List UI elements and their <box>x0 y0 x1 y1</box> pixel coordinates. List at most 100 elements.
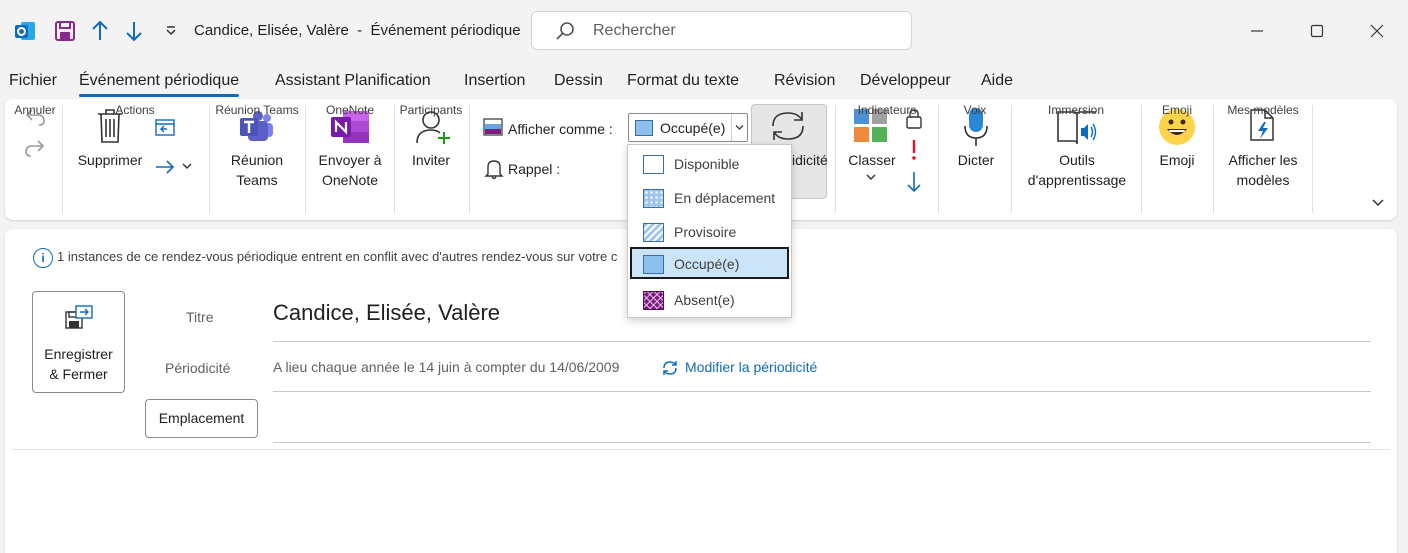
move-to-folder-icon[interactable] <box>154 117 176 137</box>
tab-dessin[interactable]: Dessin <box>554 72 603 90</box>
chevron-down-icon[interactable] <box>182 162 192 170</box>
high-importance-icon[interactable] <box>908 138 920 162</box>
working-elsewhere-swatch <box>643 189 664 208</box>
option-absent[interactable]: Absent(e) <box>630 283 789 315</box>
chevron-down-icon[interactable] <box>866 173 876 181</box>
group-separator <box>62 105 63 213</box>
tab-developpeur[interactable]: Développeur <box>860 72 951 90</box>
titre-value[interactable]: Candice, Elisée, Valère <box>273 300 500 326</box>
outlook-app-icon <box>12 18 38 44</box>
afficher-comme-combo[interactable]: Occupé(e) <box>628 113 748 142</box>
classer-label[interactable]: Classer <box>848 150 895 170</box>
emplacement-button[interactable]: Emplacement <box>145 399 258 438</box>
arrow-down-icon[interactable] <box>121 18 147 44</box>
periodicite-label: idicité <box>792 152 828 168</box>
afficher-comme-label: Afficher comme : <box>508 121 613 137</box>
titre-underline <box>273 341 1371 342</box>
option-disponible[interactable]: Disponible <box>630 147 789 179</box>
group-label-emoji: Emoji <box>1161 103 1193 117</box>
chevron-down-icon[interactable] <box>731 114 747 141</box>
enregistrer-fermer-label: Enregistrer & Fermer <box>33 344 124 384</box>
group-label-onenote: OneNote <box>325 103 375 117</box>
periodicite-value: A lieu chaque année le 14 juin à compter… <box>273 359 620 375</box>
tab-assistant-planification[interactable]: Assistant Planification <box>275 72 431 90</box>
option-label: Occupé(e) <box>674 256 740 272</box>
tab-revision[interactable]: Révision <box>774 72 835 90</box>
group-separator <box>938 105 939 213</box>
conflict-info-text: 1 instances de ce rendez-vous périodique… <box>57 249 618 264</box>
form-separator <box>12 449 1390 450</box>
search-placeholder: Rechercher <box>593 22 676 39</box>
dicter-label[interactable]: Dicter <box>958 150 995 170</box>
arrow-up-icon[interactable] <box>87 18 113 44</box>
supprimer-label[interactable]: Supprimer <box>78 150 143 170</box>
minimize-icon[interactable] <box>1246 20 1268 42</box>
periodicite-underline <box>273 391 1371 392</box>
inviter-label[interactable]: Inviter <box>412 150 450 170</box>
emoji-label[interactable]: Emoji <box>1159 150 1194 170</box>
enregistrer-fermer-button[interactable]: Enregistrer & Fermer <box>32 291 125 393</box>
low-importance-icon[interactable] <box>905 170 923 194</box>
group-label-reunion-teams: Réunion Teams <box>215 103 299 117</box>
envoyer-onenote-label-1[interactable]: Envoyer à <box>318 150 381 170</box>
reunion-teams-label-1[interactable]: Réunion <box>231 150 283 170</box>
ribbon-expand-chevron-icon[interactable] <box>1371 198 1385 208</box>
group-separator <box>394 105 395 213</box>
titre-label: Titre <box>186 309 214 325</box>
group-separator <box>1312 105 1313 213</box>
group-label-actions: Actions <box>115 103 155 117</box>
save-line1: Enregistrer <box>44 346 113 362</box>
reunion-teams-label-2[interactable]: Teams <box>236 170 277 190</box>
save-icon[interactable] <box>52 18 78 44</box>
title-bar: Candice, Elisée, Valère - Événement péri… <box>0 0 1408 64</box>
option-label: En déplacement <box>674 190 776 206</box>
group-separator <box>209 105 210 213</box>
group-separator <box>1141 105 1142 213</box>
maximize-icon[interactable] <box>1306 20 1328 42</box>
group-separator <box>1011 105 1012 213</box>
tab-format-du-texte[interactable]: Format du texte <box>627 72 739 90</box>
tab-aide[interactable]: Aide <box>981 72 1013 90</box>
option-occupe[interactable]: Occupé(e) <box>630 247 789 279</box>
group-separator <box>1213 105 1214 213</box>
option-label: Disponible <box>674 156 740 172</box>
modifier-periodicite-link[interactable]: Modifier la périodicité <box>685 359 817 375</box>
close-icon[interactable] <box>1366 20 1388 42</box>
tab-fichier[interactable]: Fichier <box>9 72 57 90</box>
group-label-participants: Participants <box>399 103 463 117</box>
search-box[interactable]: Rechercher <box>531 11 912 50</box>
redo-icon[interactable] <box>24 138 46 158</box>
recurrence-small-icon[interactable] <box>661 359 679 377</box>
forward-arrow-icon[interactable] <box>154 157 176 177</box>
busy-swatch <box>635 120 653 136</box>
outils-label-2[interactable]: d'apprentissage <box>1028 170 1126 190</box>
show-as-icon <box>483 118 503 136</box>
option-provisoire[interactable]: Provisoire <box>630 215 789 247</box>
recurrence-icon <box>767 106 809 146</box>
bell-icon <box>484 158 504 180</box>
afficher-comme-dropdown: Disponible En déplacement Provisoire Occ… <box>627 144 792 318</box>
tab-insertion[interactable]: Insertion <box>464 72 525 90</box>
free-swatch <box>643 155 664 174</box>
window-title: Candice, Elisée, Valère - Événement péri… <box>194 22 521 39</box>
group-label-annuler: Annuler <box>14 103 56 117</box>
afficher-modeles-label-2[interactable]: modèles <box>1237 170 1290 190</box>
tentative-swatch <box>643 223 664 242</box>
customize-toolbar-icon[interactable] <box>158 18 184 44</box>
rappel-label: Rappel : <box>508 161 561 177</box>
option-label: Provisoire <box>674 224 737 240</box>
option-en-deplacement[interactable]: En déplacement <box>630 181 789 213</box>
periodicite-field-label: Périodicité <box>165 360 231 376</box>
group-separator <box>835 105 836 213</box>
save-close-icon <box>64 304 94 332</box>
out-of-office-swatch <box>643 291 664 310</box>
info-icon: i <box>33 248 53 268</box>
group-label-voix: Voix <box>963 103 987 117</box>
outils-label-1[interactable]: Outils <box>1059 150 1095 170</box>
option-label: Absent(e) <box>674 292 735 308</box>
group-label-mes-modeles: Mes modèles <box>1227 103 1299 117</box>
tab-evenement-periodique[interactable]: Événement périodique <box>79 72 240 97</box>
envoyer-onenote-label-2[interactable]: OneNote <box>322 170 378 190</box>
busy-swatch <box>643 255 664 274</box>
afficher-modeles-label-1[interactable]: Afficher les <box>1229 150 1298 170</box>
